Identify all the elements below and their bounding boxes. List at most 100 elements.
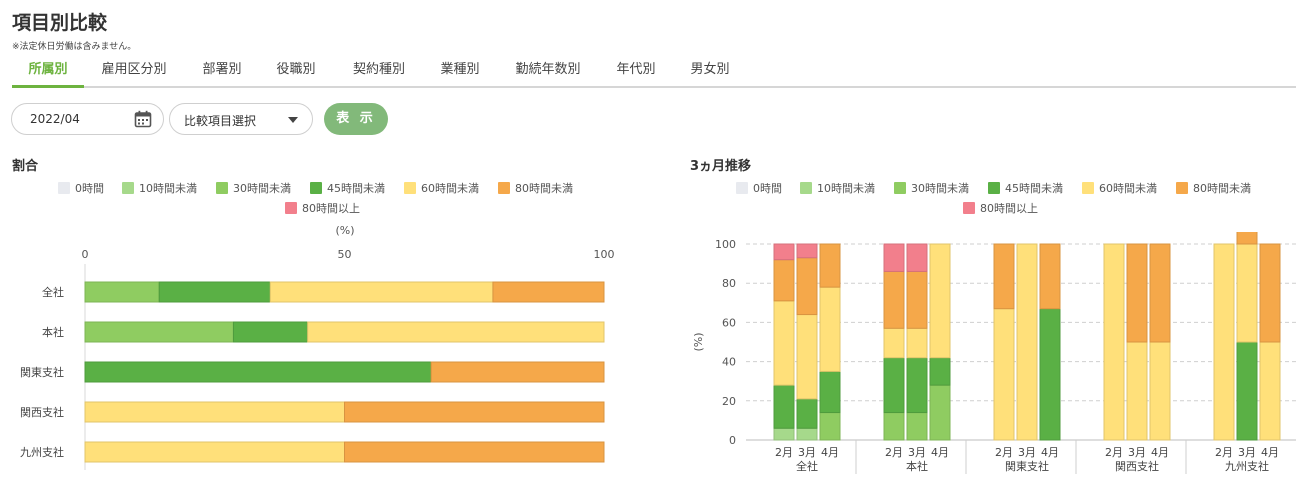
legend-item[interactable]: 60時間未満 [1082, 182, 1157, 196]
group-label: 九州支社 [1225, 459, 1269, 473]
y-tick-label: 40 [722, 356, 736, 369]
legend-item[interactable]: 30時間未満 [894, 182, 969, 196]
bar-segment [906, 270, 928, 329]
ratio-chart-title: 割合 [12, 159, 39, 174]
bar-segment [883, 357, 905, 414]
legend-swatch [963, 202, 975, 214]
y-tick-label: 0 [729, 434, 736, 447]
legend-item[interactable]: 0時間 [736, 182, 782, 196]
category-label: 全社 [42, 285, 64, 299]
legend-item[interactable]: 10時間未満 [122, 182, 197, 196]
compare-item-select[interactable]: 比較項目選択 [169, 103, 313, 135]
legend-label: 60時間未満 [421, 182, 479, 195]
legend-item[interactable]: 80時間未満 [498, 182, 573, 196]
legend-swatch [894, 182, 906, 194]
bar-segment [84, 401, 345, 423]
bar-segment [232, 321, 309, 343]
legend-label: 30時間未満 [233, 182, 291, 195]
page-note: ※法定休日労働は含みません。 [12, 42, 137, 52]
bar-segment [1126, 243, 1148, 343]
calendar-icon[interactable] [134, 110, 152, 128]
bar-segment [883, 270, 905, 329]
legend-swatch [800, 182, 812, 194]
month-label: 3月 [908, 446, 926, 459]
tab-department[interactable]: 部署別 [192, 56, 252, 86]
legend-item[interactable]: 30時間未満 [216, 182, 291, 196]
bar-segment [1236, 341, 1258, 441]
legend-label: 80時間以上 [302, 202, 360, 215]
month-label: 2月 [1105, 446, 1123, 459]
legend-swatch [58, 182, 70, 194]
legend-label: 10時間未満 [139, 182, 197, 195]
bar-segment [883, 243, 905, 272]
legend-item[interactable]: 80時間未満 [1176, 182, 1251, 196]
page-title: 項目別比較 [12, 12, 108, 34]
bar-segment [929, 357, 951, 386]
legend-swatch [988, 182, 1000, 194]
tab-age-group[interactable]: 年代別 [606, 56, 666, 86]
bar-segment [906, 327, 928, 359]
tab-tenure[interactable]: 勤続年数別 [504, 56, 592, 86]
bar-segment [158, 281, 271, 303]
tab-employment-type[interactable]: 雇用区分別 [96, 56, 172, 86]
group-label: 関西支社 [1115, 459, 1159, 473]
bar-segment [1126, 341, 1148, 441]
legend-label: 0時間 [753, 182, 782, 195]
tab-gender[interactable]: 男女別 [680, 56, 740, 86]
tab-contract-type[interactable]: 契約種別 [342, 56, 416, 86]
category-label: 本社 [42, 325, 64, 339]
legend-item[interactable]: 45時間未満 [988, 182, 1063, 196]
tab-affiliation[interactable]: 所属別 [12, 56, 84, 88]
bar-segment [269, 281, 494, 303]
bar-segment [773, 300, 795, 386]
bar-segment [796, 314, 818, 400]
bar-segment [993, 243, 1015, 310]
month-label: 2月 [1215, 446, 1233, 459]
category-label: 関西支社 [20, 405, 64, 419]
date-value: 2022/04 [30, 112, 80, 126]
category-label: 九州支社 [20, 445, 64, 459]
legend-swatch [122, 182, 134, 194]
x-tick-label: 100 [594, 248, 615, 261]
legend-swatch [1082, 182, 1094, 194]
legend-item[interactable]: 60時間未満 [404, 182, 479, 196]
bar-segment [1236, 232, 1258, 245]
bar-segment [84, 441, 345, 463]
tab-industry[interactable]: 業種別 [430, 56, 490, 86]
bar-segment [344, 441, 605, 463]
bar-segment [307, 321, 605, 343]
month-label: 2月 [885, 446, 903, 459]
bar-segment [929, 384, 951, 441]
compare-item-select-text: 比較項目選択 [184, 114, 257, 128]
legend-item[interactable]: 10時間未満 [800, 182, 875, 196]
legend-item[interactable]: 80時間以上 [285, 202, 360, 216]
x-axis-unit: (%) [335, 224, 354, 237]
y-tick-label: 100 [715, 238, 736, 251]
legend-label: 45時間未満 [327, 182, 385, 195]
bar-segment [1236, 243, 1258, 343]
trend-chart-title: 3ヵ月推移 [690, 159, 752, 174]
legend-label: 10時間未満 [817, 182, 875, 195]
legend-swatch [1176, 182, 1188, 194]
legend-item[interactable]: 0時間 [58, 182, 104, 196]
legend-item[interactable]: 80時間以上 [963, 202, 1038, 216]
bar-segment [1149, 243, 1171, 343]
bar-segment [1259, 341, 1281, 441]
legend-swatch [498, 182, 510, 194]
month-label: 3月 [1018, 446, 1036, 459]
ratio-chart: (%) 0 50 100 全社本社関東支社関西支社九州支社 [20, 224, 615, 470]
month-label: 3月 [798, 446, 816, 459]
date-input[interactable]: 2022/04 [11, 103, 164, 135]
tab-position[interactable]: 役職別 [266, 56, 326, 86]
bar-segment [906, 243, 928, 272]
bar-segment [492, 281, 605, 303]
bar-segment [430, 361, 605, 383]
bar-segment [773, 427, 795, 441]
y-tick-label: 60 [722, 316, 736, 329]
month-label: 4月 [1261, 446, 1279, 459]
legend-swatch [404, 182, 416, 194]
month-label: 4月 [821, 446, 839, 459]
legend-item[interactable]: 45時間未満 [310, 182, 385, 196]
show-button[interactable]: 表 示 [324, 103, 388, 135]
legend-swatch [736, 182, 748, 194]
